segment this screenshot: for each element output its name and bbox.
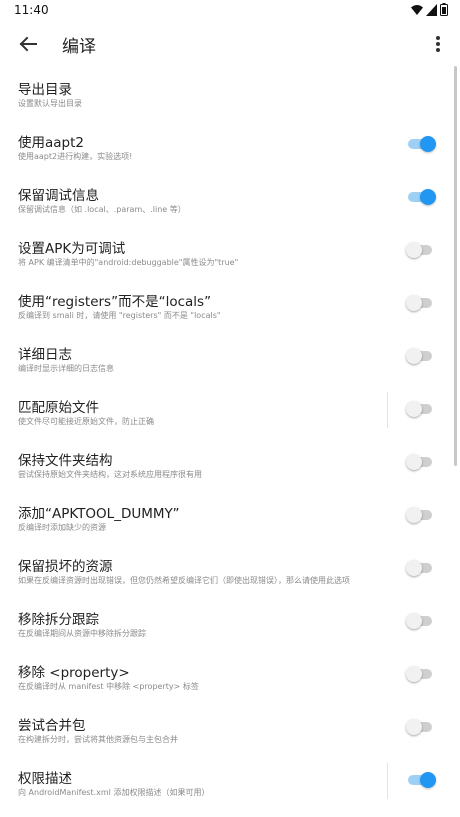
setting-subtitle: 保留调试信息（如 .local、.param、.line 等） <box>18 205 186 214</box>
status-icons <box>411 3 448 16</box>
toggle-thumb <box>406 507 422 523</box>
setting-subtitle: 使用aapt2进行构建，实验选项! <box>18 152 133 161</box>
setting-title: 设置APK为可调试 <box>18 241 126 257</box>
toggle-thumb <box>420 136 436 152</box>
setting-title: 移除 <property> <box>18 665 130 681</box>
setting-row[interactable]: 导出目录 设置默认导出目录 <box>0 64 460 117</box>
toggle-thumb <box>406 295 422 311</box>
setting-subtitle: 将 APK 编译清单中的"android:debuggable"属性设为"tru… <box>18 258 239 267</box>
setting-toggle[interactable] <box>406 242 436 258</box>
vertical-divider <box>387 392 388 428</box>
setting-row[interactable]: 匹配原始文件 使文件尽可能接近原始文件，防止正确 <box>0 382 460 435</box>
toggle-thumb <box>406 242 422 258</box>
status-time: 11:40 <box>14 3 49 17</box>
setting-title: 导出目录 <box>18 82 72 98</box>
setting-subtitle: 在反编译期间从资源中移除拆分跟踪 <box>18 629 146 638</box>
setting-row[interactable]: 尝试合并包 在构建拆分时，尝试将其他资源包与主包合并 <box>0 700 460 753</box>
setting-row[interactable]: 添加“APKTOOL_DUMMY” 反编译时添加缺少的资源 <box>0 488 460 541</box>
setting-subtitle: 设置默认导出目录 <box>18 99 82 108</box>
setting-title: 权限描述 <box>18 771 72 787</box>
setting-toggle[interactable] <box>406 401 436 417</box>
setting-title: 使用aapt2 <box>18 135 84 151</box>
setting-row[interactable]: 使用aapt2 使用aapt2进行构建，实验选项! <box>0 117 460 170</box>
toggle-thumb <box>406 613 422 629</box>
setting-subtitle: 编译时显示详细的日志信息 <box>18 364 114 373</box>
toggle-thumb <box>406 719 422 735</box>
setting-title: 保留损坏的资源 <box>18 559 113 575</box>
toggle-thumb <box>420 189 436 205</box>
setting-title: 保留调试信息 <box>18 188 99 204</box>
signal-icon <box>426 3 437 16</box>
toggle-thumb <box>406 401 422 417</box>
setting-row[interactable]: 保持文件夹结构 尝试保持原始文件夹结构，这对系统应用程序很有用 <box>0 435 460 488</box>
setting-toggle[interactable] <box>406 136 436 152</box>
battery-icon <box>440 3 448 16</box>
scrollbar[interactable] <box>454 66 457 466</box>
setting-title: 移除拆分跟踪 <box>18 612 99 628</box>
setting-row[interactable]: 使用“registers”而不是“locals” 反编译到 smali 时，请使用… <box>0 276 460 329</box>
setting-toggle[interactable] <box>406 719 436 735</box>
setting-row[interactable]: 移除 <property> 在反编译时从 manifest 中移除 <proper… <box>0 647 460 700</box>
setting-toggle[interactable] <box>406 666 436 682</box>
more-options-icon[interactable] <box>430 30 446 58</box>
setting-toggle[interactable] <box>406 295 436 311</box>
setting-toggle[interactable] <box>406 772 436 788</box>
vertical-divider <box>387 763 388 799</box>
setting-toggle[interactable] <box>406 613 436 629</box>
setting-toggle[interactable] <box>406 189 436 205</box>
setting-row[interactable]: 设置APK为可调试将 APK 编译清单中的"android:debuggable… <box>0 223 460 276</box>
setting-title: 尝试合并包 <box>18 718 86 734</box>
setting-toggle[interactable] <box>406 507 436 523</box>
setting-row[interactable]: 详细日志 编译时显示详细的日志信息 <box>0 329 460 382</box>
setting-subtitle: 反编译时添加缺少的资源 <box>18 523 106 532</box>
setting-title: 详细日志 <box>18 347 72 363</box>
setting-subtitle: 使文件尽可能接近原始文件，防止正确 <box>18 417 154 426</box>
setting-subtitle: 尝试保持原始文件夹结构，这对系统应用程序很有用 <box>18 470 202 479</box>
toggle-thumb <box>406 560 422 576</box>
page-title: 编译 <box>62 37 96 57</box>
setting-subtitle: 在构建拆分时，尝试将其他资源包与主包合并 <box>18 735 178 744</box>
setting-toggle[interactable] <box>406 348 436 364</box>
setting-title: 添加“APKTOOL_DUMMY” <box>18 506 180 522</box>
setting-row[interactable]: 权限描述向 AndroidManifest.xml 添加权限描述（如果可用） <box>0 753 460 806</box>
setting-subtitle: 在反编译时从 manifest 中移除 <property> 标签 <box>18 682 199 691</box>
setting-title: 匹配原始文件 <box>18 400 99 416</box>
setting-toggle[interactable] <box>406 454 436 470</box>
wifi-icon <box>411 4 423 15</box>
setting-subtitle: 反编译到 smali 时，请使用 "registers" 而不是 "locals… <box>18 311 221 320</box>
setting-row[interactable]: 保留损坏的资源 如果在反编译资源时出现错误，但您仍然希望反编译它们（即使出现错误）… <box>0 541 460 594</box>
setting-row[interactable]: 移除拆分跟踪 在反编译期间从资源中移除拆分跟踪 <box>0 594 460 647</box>
setting-row[interactable]: 保留调试信息 保留调试信息（如 .local、.param、.line 等） <box>0 170 460 223</box>
toggle-thumb <box>420 772 436 788</box>
app-bar: 编译 <box>0 22 460 64</box>
setting-subtitle: 向 AndroidManifest.xml 添加权限描述（如果可用） <box>18 788 210 797</box>
setting-title: 保持文件夹结构 <box>18 453 113 469</box>
setting-title: 使用“registers”而不是“locals” <box>18 294 212 310</box>
setting-toggle[interactable] <box>406 560 436 576</box>
toggle-thumb <box>406 454 422 470</box>
settings-list: 导出目录 设置默认导出目录 使用aapt2 使用aapt2进行构建，实验选项! 保留调试… <box>0 64 460 806</box>
setting-subtitle: 如果在反编译资源时出现错误，但您仍然希望反编译它们（即使出现错误），那么请使用此… <box>18 576 350 585</box>
status-bar: 11:40 <box>0 0 460 22</box>
toggle-thumb <box>406 348 422 364</box>
back-arrow-icon[interactable] <box>14 30 42 58</box>
toggle-thumb <box>406 666 422 682</box>
